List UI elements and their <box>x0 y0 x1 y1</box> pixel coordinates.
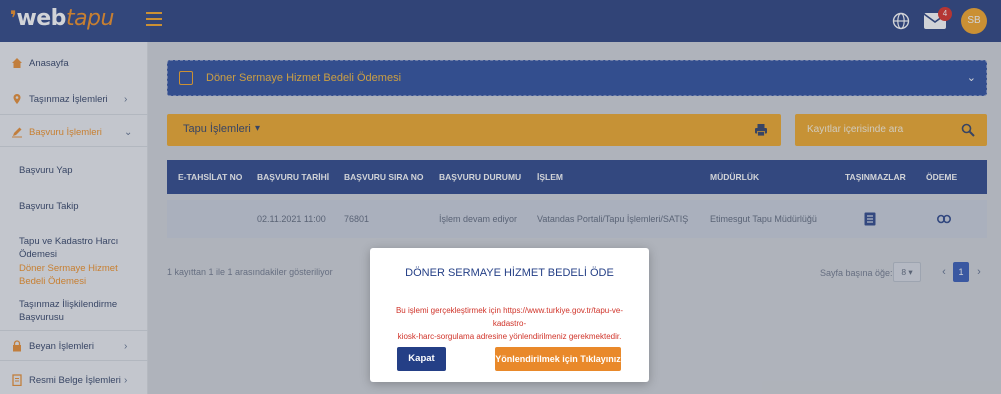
modal-title: DÖNER SERMAYE HİZMET BEDELİ ÖDE <box>405 267 614 279</box>
payment-redirect-modal: DÖNER SERMAYE HİZMET BEDELİ ÖDE Bu işlem… <box>370 248 649 382</box>
close-button[interactable]: Kapat <box>397 347 446 371</box>
modal-message: Bu işlemi gerçekleştirmek için https://w… <box>395 306 624 341</box>
redirect-button[interactable]: Yönlendirilmek için Tıklayınız <box>495 347 621 371</box>
